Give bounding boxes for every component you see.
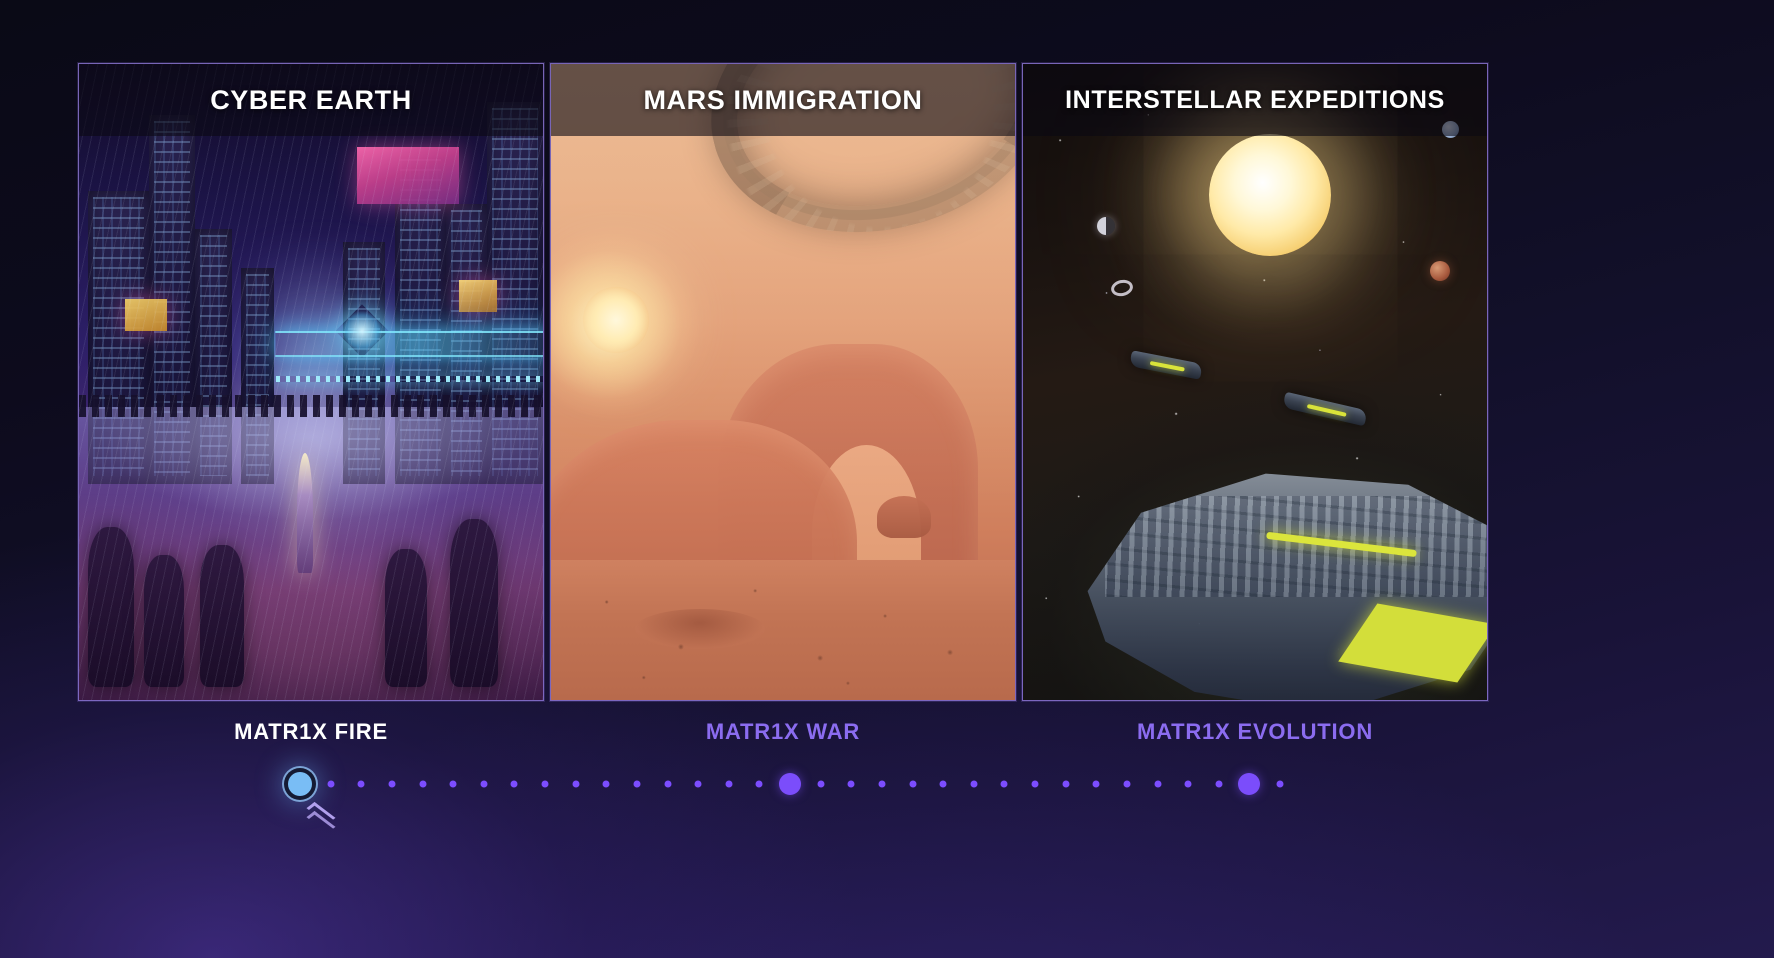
timeline-dot[interactable] (1276, 780, 1284, 788)
panel-interstellar-expeditions[interactable]: INTERSTELLAR EXPEDITIONS (1022, 63, 1488, 701)
chapter-label: MATR1X EVOLUTION (1136, 719, 1374, 744)
timeline-dot[interactable] (664, 780, 671, 788)
timeline-dot[interactable] (847, 780, 855, 788)
timeline-dot[interactable] (541, 780, 549, 788)
panel-title: MARS IMMIGRATION (643, 84, 923, 115)
timeline-dot[interactable] (388, 780, 396, 788)
timeline-dot[interactable] (909, 780, 916, 788)
label-cell-cyber-earth[interactable]: MATR1X FIRE (78, 712, 544, 752)
panel-header-cyber-earth: CYBER EARTH (79, 64, 543, 136)
panel-mars-immigration[interactable]: MARS IMMIGRATION (550, 63, 1016, 701)
timeline-marker-milestone[interactable] (779, 773, 801, 795)
timeline-dot[interactable] (939, 780, 947, 788)
timeline-dot[interactable] (449, 780, 457, 788)
panel-title: INTERSTELLAR EXPEDITIONS (1065, 85, 1445, 114)
scroll-hint[interactable] (306, 802, 336, 838)
planet-half-lit (1097, 216, 1116, 235)
mars-immigration-artwork (551, 64, 1015, 700)
timeline-dot[interactable] (602, 780, 610, 788)
timeline-dot[interactable] (1154, 780, 1161, 788)
panel-header-interstellar-expeditions: INTERSTELLAR EXPEDITIONS (1023, 64, 1487, 136)
panel-labels-row: MATR1X FIRE MATR1X WAR MATR1X EVOLUTION (78, 712, 1488, 752)
timeline-dot[interactable] (510, 780, 518, 788)
roadmap-timeline[interactable] (288, 770, 1284, 798)
timeline-dot[interactable] (817, 780, 825, 788)
rain-overlay (79, 64, 543, 700)
timeline-dot[interactable] (480, 780, 488, 788)
dust-haze-overlay (551, 64, 1015, 700)
timeline-dot[interactable] (1092, 780, 1100, 788)
timeline-dot[interactable] (725, 780, 733, 788)
panel-cyber-earth[interactable]: CYBER EARTH (78, 63, 544, 701)
world-panels-carousel: CYBER EARTH MARS IMMIGRATION INTERSTELLA… (78, 63, 1488, 701)
cyber-earth-artwork (79, 64, 543, 700)
panel-header-mars-immigration: MARS IMMIGRATION (551, 64, 1015, 136)
label-cell-mars-immigration[interactable]: MATR1X WAR (550, 712, 1016, 752)
timeline-dot[interactable] (694, 780, 702, 788)
timeline-dot[interactable] (1062, 780, 1070, 788)
panel-title: CYBER EARTH (210, 84, 412, 115)
timeline-dot[interactable] (878, 780, 886, 788)
timeline-marker-milestone[interactable] (1238, 773, 1261, 795)
chapter-label: MATR1X WAR (705, 719, 861, 744)
planet-red (1429, 261, 1450, 282)
label-cell-interstellar-expeditions[interactable]: MATR1X EVOLUTION (1022, 712, 1488, 752)
timeline-marker-active[interactable] (288, 772, 312, 796)
timeline-dot[interactable] (633, 780, 641, 788)
timeline-dot[interactable] (1215, 780, 1223, 788)
star-sun (1208, 133, 1331, 256)
timeline-dot[interactable] (419, 780, 426, 788)
chapter-label: MATR1X FIRE (234, 719, 388, 744)
timeline-dot[interactable] (755, 780, 763, 788)
timeline-dot[interactable] (572, 780, 580, 788)
timeline-dot[interactable] (1000, 780, 1008, 788)
double-chevron-up-icon (306, 811, 336, 833)
timeline-dot[interactable] (1184, 780, 1192, 788)
timeline-dot[interactable] (970, 780, 978, 788)
interstellar-expeditions-artwork (1023, 64, 1487, 700)
timeline-dot[interactable] (1031, 780, 1039, 788)
timeline-dot[interactable] (357, 780, 365, 788)
timeline-dot[interactable] (327, 780, 335, 788)
timeline-dot[interactable] (1123, 780, 1131, 788)
